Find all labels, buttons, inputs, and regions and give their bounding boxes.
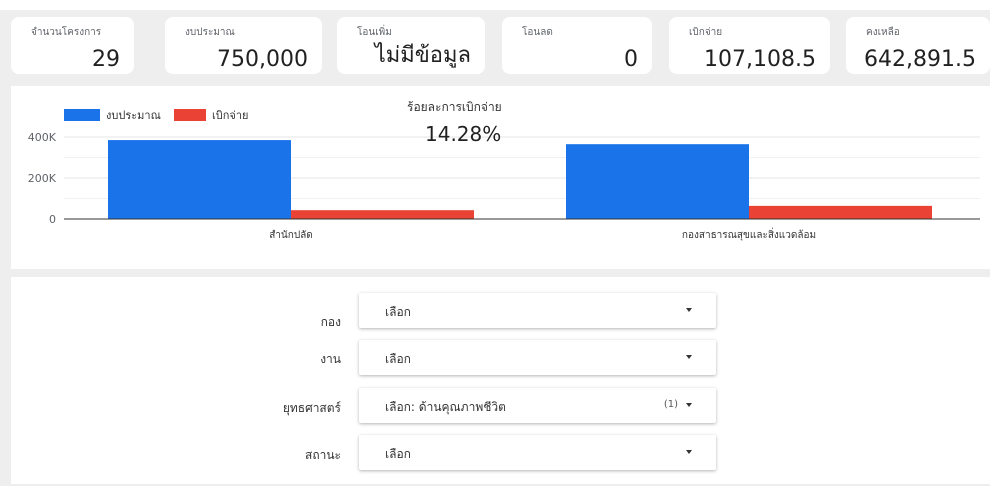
budget-chart-card: 0 200K 400K สำนักปลัด กองสาธารณสุขและสิ่งแวด… xyxy=(11,86,990,269)
kpi-label: เบิกจ่าย xyxy=(689,27,723,38)
kpi-value: 29 xyxy=(92,47,120,72)
select-count: (1) xyxy=(663,399,678,410)
y-tick-label: 200K xyxy=(28,172,57,185)
chevron-down-icon xyxy=(686,403,692,407)
kpi-label: จำนวนโครงการ xyxy=(31,27,102,38)
legend-swatch-budget xyxy=(64,109,100,121)
filter-label-division: กอง xyxy=(320,315,341,329)
legend-label: งบประมาณ xyxy=(106,109,161,122)
bar-disbursed xyxy=(749,205,932,219)
filter-label-work: งาน xyxy=(320,352,341,366)
select-value: เลือก xyxy=(385,305,411,319)
kpi-card-remaining: คงเหลือ 642,891.5 xyxy=(846,17,990,74)
work-select[interactable]: เลือก xyxy=(359,340,716,375)
filter-label-strategy: ยุทธศาสตร์ xyxy=(282,401,341,415)
legend-label: เบิกจ่าย xyxy=(212,109,249,122)
legend-swatch-disbursed xyxy=(174,109,206,121)
chevron-down-icon xyxy=(686,308,692,312)
y-tick-label: 0 xyxy=(49,213,56,226)
disbursement-rate-label: ร้อยละการเบิกจ่าย xyxy=(407,100,502,114)
kpi-value: 642,891.5 xyxy=(864,47,976,72)
strategy-select[interactable]: เลือก: ด้านคุณภาพชีวิต (1) xyxy=(359,388,716,423)
kpi-value: 107,108.5 xyxy=(704,47,816,72)
kpi-card-transfer-in: โอนเพิ่ม ไม่มีข้อมูล xyxy=(337,17,485,74)
kpi-value: 0 xyxy=(624,47,638,72)
disbursement-rate-value: 14.28% xyxy=(425,122,502,146)
kpi-card-disbursed: เบิกจ่าย 107,108.5 xyxy=(669,17,830,74)
filter-panel: กอง เลือก งาน เลือก ยุทธศาสตร์ เลือก: ด้… xyxy=(11,277,990,484)
kpi-label: งบประมาณ xyxy=(185,27,235,38)
bar-budget xyxy=(108,140,291,219)
legend-item-budget[interactable]: งบประมาณ xyxy=(64,106,161,124)
kpi-card-transfer-out: โอนลด 0 xyxy=(502,17,652,74)
kpi-value: ไม่มีข้อมูล xyxy=(374,43,471,68)
chevron-down-icon xyxy=(686,450,692,454)
select-value: เลือก xyxy=(385,352,411,366)
chevron-down-icon xyxy=(686,355,692,359)
kpi-card-budget: งบประมาณ 750,000 xyxy=(165,17,322,74)
kpi-label: คงเหลือ xyxy=(866,27,900,38)
filter-label-status: สถานะ xyxy=(305,448,341,462)
kpi-card-project-count: จำนวนโครงการ 29 xyxy=(11,17,134,74)
x-category-label: สำนักปลัด xyxy=(269,230,313,241)
kpi-value: 750,000 xyxy=(217,47,308,72)
select-value: เลือก xyxy=(385,447,411,461)
bar-budget xyxy=(566,144,749,219)
kpi-label: โอนลด xyxy=(522,27,553,38)
division-select[interactable]: เลือก xyxy=(359,293,716,328)
status-select[interactable]: เลือก xyxy=(359,435,716,470)
bar-disbursed xyxy=(291,210,474,219)
y-tick-label: 400K xyxy=(28,131,57,144)
legend-item-disbursed[interactable]: เบิกจ่าย xyxy=(174,106,248,124)
x-category-label: กองสาธารณสุขและสิ่งแวดล้อม xyxy=(682,227,816,241)
dashboard: จำนวนโครงการ 29 งบประมาณ 750,000 โอนเพิ่… xyxy=(0,0,1002,492)
select-value: เลือก: ด้านคุณภาพชีวิต xyxy=(385,400,506,414)
